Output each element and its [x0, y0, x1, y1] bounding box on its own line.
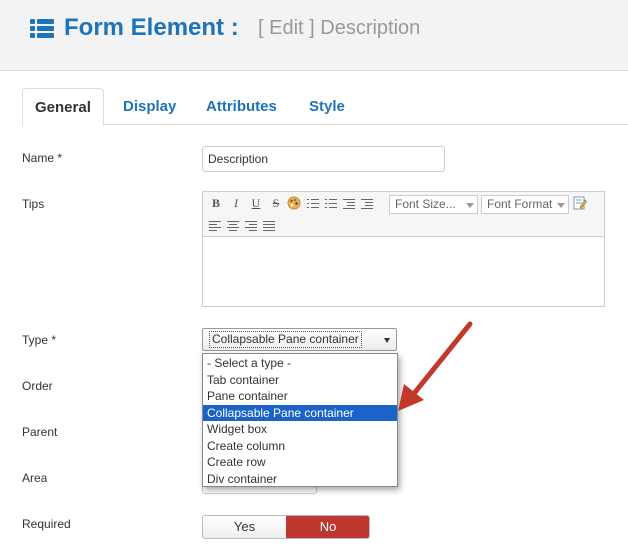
type-option[interactable]: Pane container — [203, 388, 397, 405]
align-left-icon[interactable] — [209, 221, 221, 231]
tips-editor: B I U S Font Size... Font Format — [202, 191, 605, 307]
indent-icon[interactable] — [361, 199, 373, 209]
underline-button[interactable]: U — [249, 194, 263, 212]
type-option[interactable]: - Select a type - — [203, 355, 397, 372]
tips-label: Tips — [22, 197, 45, 211]
type-option[interactable]: Widget box — [203, 421, 397, 438]
type-dropdown-list: - Select a type - Tab container Pane con… — [202, 353, 398, 487]
unordered-list-icon[interactable] — [307, 199, 319, 208]
annotation-arrow-icon — [398, 321, 473, 411]
italic-button[interactable]: I — [229, 194, 243, 212]
type-selected-value: Collapsable Pane container — [209, 331, 362, 348]
tab-style[interactable]: Style — [297, 88, 357, 125]
type-option-selected[interactable]: Collapsable Pane container — [203, 404, 397, 421]
color-palette-icon[interactable] — [287, 194, 301, 212]
area-label: Area — [22, 471, 48, 485]
edit-html-icon[interactable] — [573, 194, 587, 212]
name-input[interactable] — [202, 146, 445, 172]
order-label: Order — [22, 379, 53, 393]
name-label: Name * — [22, 151, 63, 165]
type-label: Type * — [22, 333, 57, 347]
type-option[interactable]: Tab container — [203, 372, 397, 389]
bold-button[interactable]: B — [209, 194, 223, 212]
page-subtitle: [ Edit ] Description — [258, 17, 421, 39]
font-size-label: Font Size... — [395, 197, 456, 211]
ordered-list-icon[interactable] — [325, 199, 337, 208]
chevron-down-icon — [557, 203, 565, 208]
tips-textarea[interactable] — [203, 236, 604, 306]
font-format-select[interactable]: Font Format — [481, 195, 569, 214]
align-right-icon[interactable] — [245, 221, 257, 231]
font-size-select[interactable]: Font Size... — [389, 195, 478, 214]
type-option[interactable]: Create column — [203, 438, 397, 455]
align-justify-icon[interactable] — [263, 221, 275, 231]
editor-toolbar-row-2 — [207, 216, 287, 236]
align-center-icon[interactable] — [227, 221, 239, 231]
tab-general[interactable]: General — [22, 88, 104, 126]
editor-toolbar: B I U S Font Size... Font Format — [207, 194, 602, 214]
chevron-down-icon — [466, 203, 474, 208]
required-yes-button[interactable]: Yes — [203, 516, 286, 538]
type-option[interactable]: Create row — [203, 454, 397, 471]
outdent-icon[interactable] — [343, 199, 355, 209]
font-format-label: Font Format — [487, 197, 553, 211]
required-label: Required — [22, 517, 71, 531]
tab-bar: General Display Attributes Style — [22, 88, 628, 126]
required-toggle: Yes No — [202, 515, 370, 539]
parent-label: Parent — [22, 425, 58, 439]
page-header: Form Element : [ Edit ] Description — [0, 0, 628, 71]
list-icon — [30, 19, 54, 39]
type-select[interactable]: Collapsable Pane container — [202, 328, 397, 351]
tab-display[interactable]: Display — [111, 88, 188, 125]
type-option[interactable]: Div container — [203, 471, 397, 488]
required-no-button[interactable]: No — [286, 516, 369, 538]
strikethrough-button[interactable]: S — [269, 194, 283, 212]
page-title: Form Element : — [64, 14, 239, 41]
tab-attributes[interactable]: Attributes — [194, 88, 289, 125]
